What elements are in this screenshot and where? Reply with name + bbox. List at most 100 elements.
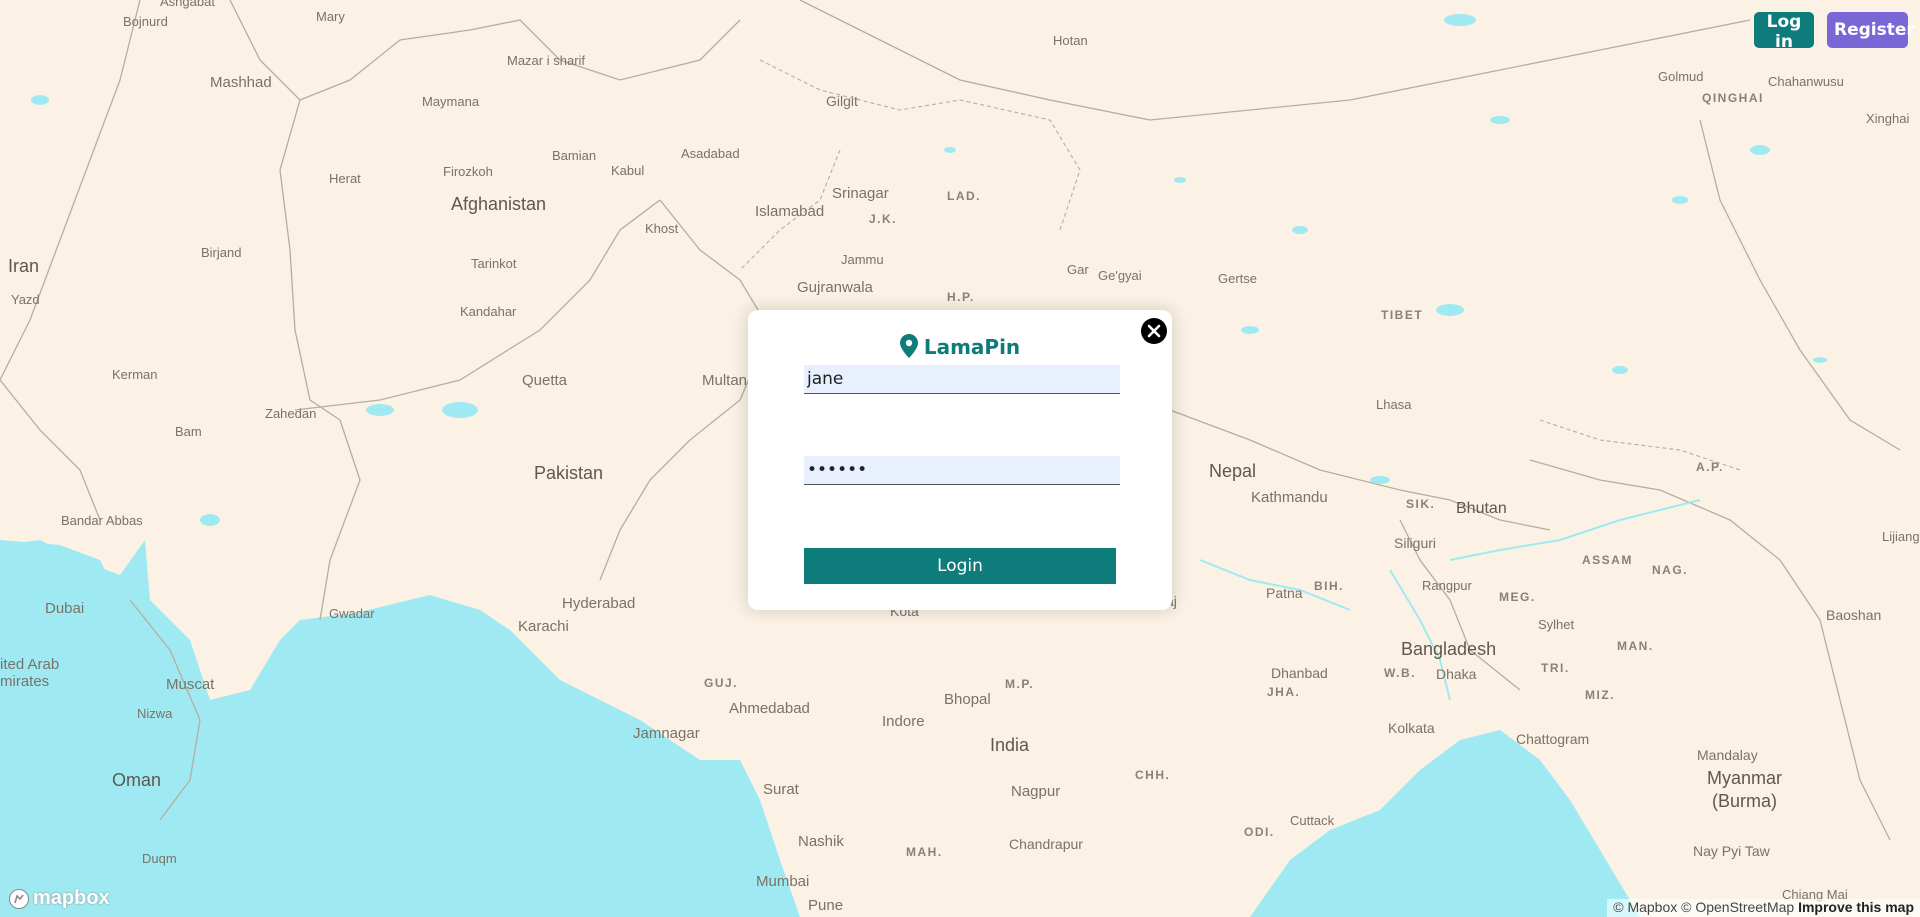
map-label: QINGHAI (1702, 91, 1764, 105)
map-label: Gilgit (826, 93, 858, 109)
map-label: JHA. (1267, 685, 1301, 699)
map-label: Gertse (1218, 271, 1258, 286)
map-label: Quetta (522, 372, 568, 389)
map-label: Firozkoh (443, 164, 493, 179)
map-label: J.K. (869, 212, 898, 226)
map-label: Zahedan (265, 406, 317, 421)
map-label: LAD. (947, 189, 981, 203)
osm-attribution-link[interactable]: © OpenStreetMap (1681, 899, 1794, 915)
map-label: Dhaka (1436, 666, 1477, 682)
map-label: Asadabad (681, 146, 740, 161)
map-label: Chahanwusu (1768, 74, 1844, 89)
map-label: Bandar Abbas (61, 513, 143, 528)
map-label: Kathmandu (1251, 489, 1328, 506)
map-label: Ahmedabad (729, 700, 810, 717)
map-label: Mashhad (210, 74, 272, 91)
map-label: Oman (112, 770, 162, 790)
map-label: Lijiang (1882, 529, 1920, 544)
map-label: Bam (175, 424, 202, 439)
map-label: Bangladesh (1401, 639, 1497, 659)
map-label: (Burma) (1712, 791, 1778, 811)
map-label: Iran (8, 256, 40, 276)
map-label: Gwadar (329, 606, 375, 621)
map-label: ited Arab (0, 656, 60, 673)
map-label: Kolkata (1388, 720, 1435, 736)
map-label: Mandalay (1697, 747, 1758, 763)
map-label: Kerman (112, 367, 158, 382)
map-label: Ge'gyai (1098, 268, 1142, 283)
map-label: Kandahar (460, 304, 517, 319)
map-label: Nay Pyi Taw (1693, 843, 1770, 859)
map-label: GUJ. (704, 676, 739, 690)
map-label: Pune (808, 897, 844, 914)
mapbox-icon (9, 888, 29, 909)
map-label: Indore (882, 713, 925, 730)
map-label: Gar (1067, 262, 1089, 277)
map-label: Nepal (1209, 461, 1257, 481)
map-label: Sylhet (1538, 617, 1575, 632)
map-label: India (990, 735, 1030, 755)
map-label: Bhutan (1456, 500, 1507, 517)
username-input[interactable] (804, 365, 1120, 394)
map-label: MEG. (1499, 590, 1536, 604)
map-label: Baoshan (1826, 607, 1882, 623)
map-label: Kabul (611, 163, 645, 178)
map-label: Yazd (11, 292, 40, 307)
map-label: Siliguri (1394, 535, 1437, 551)
map-label: Myanmar (1707, 768, 1783, 788)
map-label: Nashik (798, 833, 844, 850)
map-label: Duqm (142, 851, 177, 866)
map-label: Maymana (422, 94, 480, 109)
map-label: Mary (316, 9, 345, 24)
map-pin-icon (899, 334, 918, 358)
map-label: Hotan (1053, 33, 1088, 48)
map-label: Nagpur (1011, 783, 1061, 800)
password-input[interactable] (804, 456, 1120, 485)
map-label: Patna (1266, 585, 1303, 601)
map-label: ODI. (1244, 825, 1275, 839)
map-label: H.P. (947, 290, 975, 304)
map-label: Dubai (45, 600, 85, 617)
improve-map-link[interactable]: Improve this map (1798, 899, 1914, 915)
map-label: Karachi (518, 618, 569, 635)
map-label: Surat (763, 781, 799, 798)
brand-name: LamaPin (923, 335, 1021, 359)
map-label: TRI. (1541, 661, 1570, 675)
map-label: MAN. (1617, 639, 1654, 653)
map-label: M.P. (1005, 677, 1035, 691)
map-label: Chandrapur (1009, 836, 1083, 852)
map-label: Islamabad (755, 203, 825, 220)
map-label: Pakistan (534, 463, 604, 483)
map-label: Cuttack (1290, 813, 1335, 828)
map-label: A.P. (1696, 460, 1724, 474)
map-label: Bamian (552, 148, 597, 163)
map-label: Xinghai (1866, 111, 1910, 126)
map-label: Afghanistan (451, 194, 547, 214)
map-label: TIBET (1381, 308, 1424, 322)
login-submit-button[interactable]: Login (804, 548, 1116, 584)
map-label: Multan (702, 372, 748, 389)
map-label: Srinagar (832, 185, 889, 202)
map-label: Bhopal (944, 691, 991, 708)
header-login-button[interactable]: Log in (1754, 12, 1814, 52)
map-label: Khost (645, 221, 679, 236)
map-label: Golmud (1658, 69, 1704, 84)
map-label: Gujranwala (797, 279, 873, 296)
map-label: W.B. (1384, 666, 1416, 680)
map-label: Tarinkot (471, 256, 517, 271)
header-register-button[interactable]: Register (1827, 12, 1915, 48)
map-label: Nizwa (137, 706, 173, 721)
mapbox-logo-text: mapbox (33, 887, 110, 909)
map-label: Bojnurd (123, 14, 168, 29)
mapbox-logo[interactable]: mapbox (8, 887, 110, 910)
map-label: NAG. (1652, 563, 1688, 577)
map-label: SIK. (1406, 497, 1436, 511)
map-label: Jamnagar (633, 725, 700, 742)
map-label: Chattogram (1516, 731, 1590, 747)
map-label: BIH. (1314, 579, 1344, 593)
map-label: MAH. (906, 845, 943, 859)
map-label: Hyderabad (562, 595, 636, 612)
map-label: ASSAM (1582, 553, 1633, 567)
mapbox-attribution-link[interactable]: © Mapbox (1613, 899, 1677, 915)
map-label: Dhanbad (1271, 665, 1328, 681)
